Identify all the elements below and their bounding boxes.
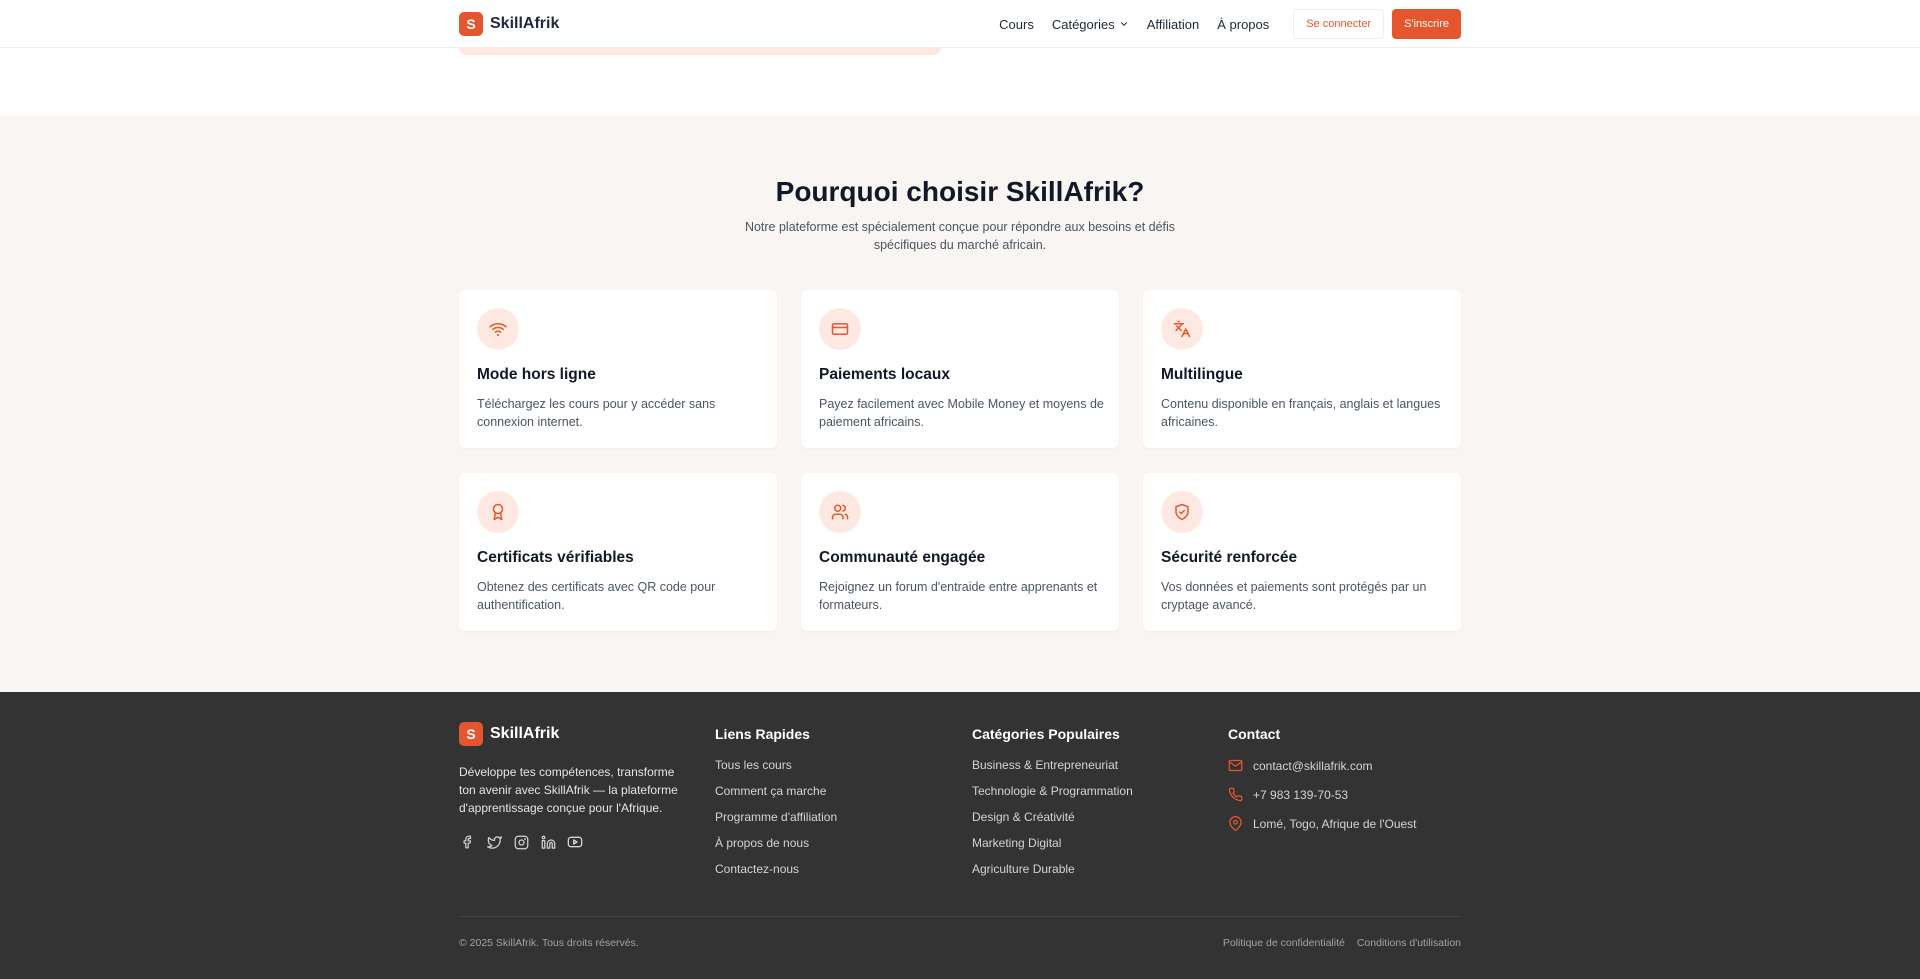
footer-divider (459, 916, 1461, 917)
terms-of-use-link[interactable]: Conditions d'utilisation (1357, 937, 1461, 949)
footer-brand-column: S SkillAfrik Développe tes compétences, … (459, 722, 694, 850)
contact-address: Lomé, Togo, Afrique de l'Ouest (1228, 816, 1417, 831)
footer-link-how-it-works[interactable]: Comment ça marche (715, 784, 837, 798)
feature-description: Téléchargez les cours pour y accéder san… (477, 397, 716, 429)
feature-description: Payez facilement avec Mobile Money et mo… (819, 397, 1104, 429)
feature-card: Mode hors ligne Téléchargez les cours po… (459, 290, 777, 448)
footer-category-design[interactable]: Design & Créativité (972, 810, 1133, 824)
footer-brand[interactable]: S SkillAfrik (459, 722, 694, 746)
footer-link-contact-us[interactable]: Contactez-nous (715, 862, 837, 876)
section-title: Pourquoi choisir SkillAfrik? (775, 176, 1145, 207)
feature-title: Certificats vérifiables (477, 549, 634, 566)
privacy-policy-link[interactable]: Politique de confidentialité (1223, 937, 1345, 949)
youtube-icon[interactable] (567, 834, 583, 850)
feature-card: Multilingue Contenu disponible en frança… (1143, 290, 1461, 448)
feature-title: Multilingue (1161, 366, 1243, 383)
feature-description: Rejoignez un forum d'entraide entre appr… (819, 580, 1098, 612)
brand-logo-link[interactable]: S SkillAfrik (459, 12, 559, 36)
facebook-icon[interactable] (459, 834, 475, 850)
footer-description: Développe tes compétences, transforme to… (459, 765, 678, 815)
shield-check-icon (1161, 491, 1203, 533)
mail-icon (1228, 759, 1243, 772)
footer-category-marketing[interactable]: Marketing Digital (972, 836, 1133, 850)
quick-links-title: Liens Rapides (715, 726, 810, 742)
feature-title: Communauté engagée (819, 549, 986, 566)
feature-card: Paiements locaux Payez facilement avec M… (801, 290, 1119, 448)
feature-title: Paiements locaux (819, 366, 950, 383)
twitter-icon[interactable] (486, 834, 502, 850)
logo-icon: S (459, 722, 483, 746)
previous-section-card-edge (459, 48, 941, 55)
contact-phone-text: +7 983 139-70-53 (1253, 787, 1349, 802)
contact-email-text: contact@skillafrik.com (1253, 758, 1373, 773)
footer-category-agriculture[interactable]: Agriculture Durable (972, 862, 1133, 876)
users-icon (819, 491, 861, 533)
nav-link-cours[interactable]: Cours (999, 17, 1034, 32)
instagram-icon[interactable] (513, 834, 529, 850)
footer: S SkillAfrik Développe tes compétences, … (0, 692, 1920, 979)
chevron-down-icon (1120, 22, 1127, 26)
feature-card: Certificats vérifiables Obtenez des cert… (459, 473, 777, 631)
footer-link-about-us[interactable]: À propos de nous (715, 836, 837, 850)
feature-description: Obtenez des certificats avec QR code pou… (477, 580, 716, 612)
feature-card: Sécurité renforcée Vos données et paieme… (1143, 473, 1461, 631)
footer-contact: Contact contact@skillafrik.com +7 983 13… (1228, 722, 1417, 845)
copyright-text: © 2025 SkillAfrik. Tous droits réservés. (459, 937, 639, 949)
wifi-icon (477, 308, 519, 350)
footer-quick-links: Liens Rapides Tous les cours Comment ça … (715, 722, 837, 888)
nav-link-categories-label: Catégories (1051, 16, 1115, 32)
nav-link-a-propos[interactable]: À propos (1217, 17, 1269, 32)
feature-card: Communauté engagée Rejoignez un forum d'… (801, 473, 1119, 631)
brand-name: SkillAfrik (490, 725, 560, 742)
feature-title: Mode hors ligne (477, 366, 596, 383)
contact-phone[interactable]: +7 983 139-70-53 (1228, 787, 1417, 802)
feature-description: Vos données et paiements sont protégés p… (1161, 580, 1427, 612)
feature-title: Sécurité renforcée (1161, 549, 1298, 566)
categories-title: Catégories Populaires (972, 726, 1120, 742)
contact-address-text: Lomé, Togo, Afrique de l'Ouest (1253, 816, 1417, 831)
social-links (459, 834, 694, 850)
footer-link-affiliate-program[interactable]: Programme d'affiliation (715, 810, 837, 824)
credit-card-icon (819, 308, 861, 350)
footer-link-all-courses[interactable]: Tous les cours (715, 758, 837, 772)
footer-category-technology[interactable]: Technologie & Programmation (972, 784, 1133, 798)
section-subtitle: Notre plateforme est spécialement conçue… (744, 220, 1176, 252)
why-choose-section: Pourquoi choisir SkillAfrik? Notre plate… (0, 116, 1920, 692)
footer-categories: Catégories Populaires Business & Entrepr… (972, 722, 1133, 888)
signup-button[interactable]: S'inscrire (1392, 9, 1461, 39)
feature-description: Contenu disponible en français, anglais … (1161, 397, 1441, 429)
logo-icon: S (459, 12, 483, 36)
legal-links: Politique de confidentialité Conditions … (1223, 937, 1461, 949)
brand-name: SkillAfrik (490, 15, 560, 32)
nav-link-categories[interactable]: Catégories (1052, 17, 1129, 32)
linkedin-icon[interactable] (540, 834, 556, 850)
login-button[interactable]: Se connecter (1293, 9, 1385, 39)
top-navbar: S SkillAfrik Cours Catégories Affiliatio… (0, 0, 1920, 48)
contact-email[interactable]: contact@skillafrik.com (1228, 758, 1417, 773)
nav-link-affiliation[interactable]: Affiliation (1147, 17, 1200, 32)
footer-category-business[interactable]: Business & Entrepreneuriat (972, 758, 1133, 772)
phone-icon (1228, 787, 1243, 802)
languages-icon (1161, 308, 1203, 350)
contact-title: Contact (1228, 726, 1281, 742)
map-pin-icon (1229, 816, 1242, 831)
award-icon (477, 491, 519, 533)
